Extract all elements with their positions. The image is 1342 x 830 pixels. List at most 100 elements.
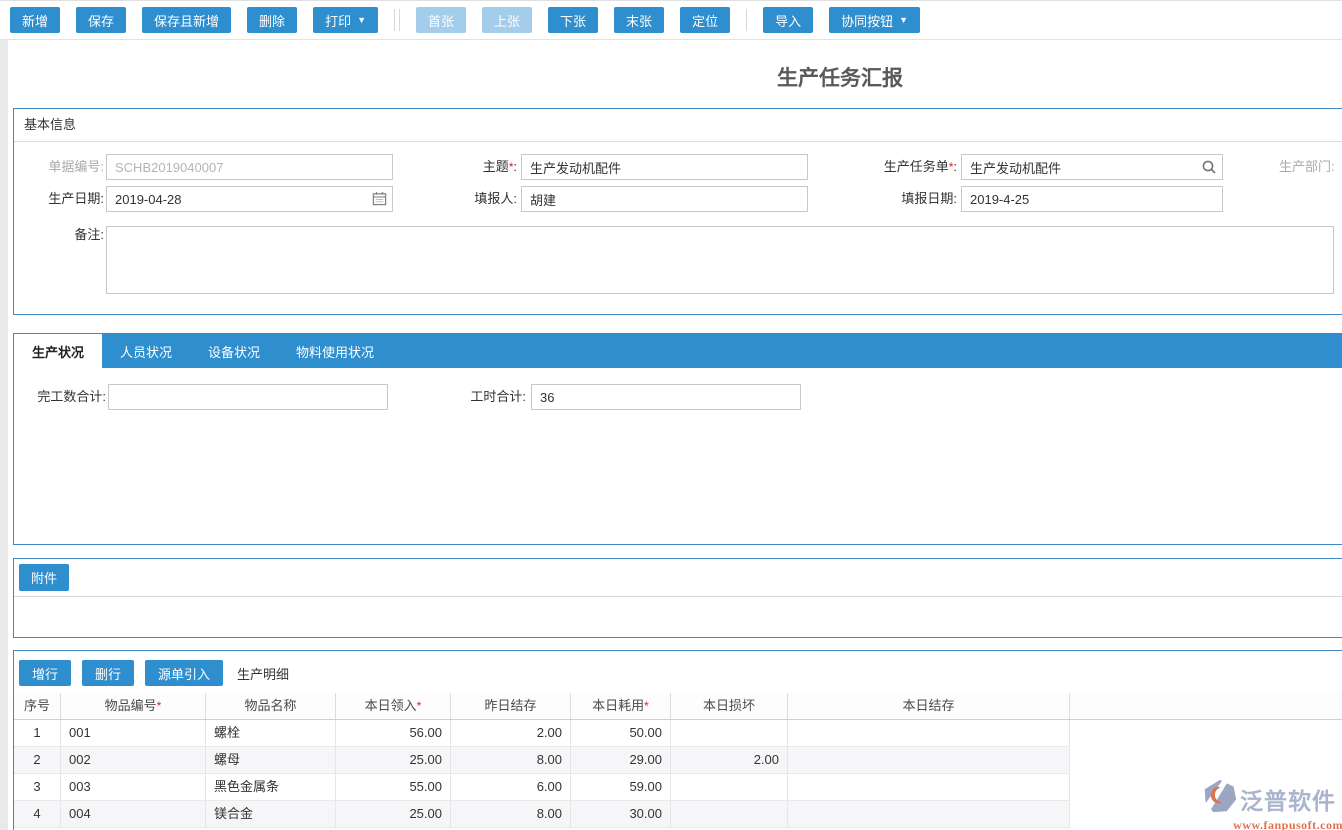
toolbar-button-import[interactable]: 导入 — [763, 7, 813, 33]
toolbar-button-prev[interactable]: 上张 — [482, 7, 532, 33]
column-header: 本日损坏 — [671, 693, 788, 719]
dropdown-arrow-icon: ▼ — [899, 16, 908, 25]
table-cell: 1 — [14, 720, 61, 746]
column-header: 物品名称 — [206, 693, 336, 719]
detail-table: 序号物品编号*物品名称本日领入*昨日结存本日耗用*本日损坏本日结存 1001螺栓… — [14, 693, 1342, 828]
table-cell: 25.00 — [336, 747, 451, 773]
reporter-label: 填报人: — [414, 186, 517, 212]
toolbar-button-new[interactable]: 新增 — [10, 7, 60, 33]
table-cell: 6.00 — [451, 774, 571, 800]
column-header: 本日耗用* — [571, 693, 671, 719]
table-cell: 56.00 — [336, 720, 451, 746]
table-cell: 59.00 — [571, 774, 671, 800]
toolbar-button-first[interactable]: 首张 — [416, 7, 466, 33]
table-cell: 螺母 — [206, 747, 336, 773]
vendor-brand-text: 泛普软件 — [1240, 782, 1336, 816]
table-cell: 50.00 — [571, 720, 671, 746]
toolbar-button-locate[interactable]: 定位 — [680, 7, 730, 33]
detail-table-body: 1001螺栓56.002.0050.002002螺母25.008.0029.00… — [14, 720, 1342, 828]
vendor-watermark: 泛普软件 www.fanpusoft.com — [1203, 779, 1342, 830]
table-cell — [671, 720, 788, 746]
detail-toolbar: 增行删行源单引入生产明细 — [19, 660, 289, 686]
table-cell: 001 — [61, 720, 206, 746]
column-header: 序号 — [14, 693, 61, 719]
table-cell: 2.00 — [671, 747, 788, 773]
table-cell — [788, 801, 1070, 827]
tab-material-usage-status[interactable]: 物料使用状况 — [278, 334, 392, 368]
attachment-panel: 附件 — [13, 558, 1342, 638]
column-header-filler — [1070, 693, 1342, 719]
detail-button-import-source[interactable]: 源单引入 — [145, 660, 223, 686]
attachment-button[interactable]: 附件 — [19, 564, 69, 591]
table-cell: 镁合金 — [206, 801, 336, 827]
table-cell: 8.00 — [451, 801, 571, 827]
table-cell: 004 — [61, 801, 206, 827]
vendor-url-text: www.fanpusoft.com — [1203, 818, 1342, 830]
table-row[interactable]: 2002螺母25.008.0029.002.00 — [14, 747, 1070, 774]
toolbar-button-print[interactable]: 打印▼ — [313, 7, 378, 33]
table-cell: 25.00 — [336, 801, 451, 827]
toolbar-button-last[interactable]: 末张 — [614, 7, 664, 33]
table-cell — [671, 774, 788, 800]
tab-equipment-status[interactable]: 设备状况 — [190, 334, 278, 368]
toolbar-button-delete[interactable]: 删除 — [247, 7, 297, 33]
subject-label: 主题*: — [414, 154, 517, 180]
table-cell — [671, 801, 788, 827]
production-task-report-page: 新增保存保存且新增删除打印▼ 首张上张下张末张定位 导入协同按钮▼ 生产任务汇报 基… — [0, 0, 1342, 830]
completed-total-label: 完工数合计: — [22, 384, 106, 410]
work-hours-total-label: 工时合计: — [444, 384, 526, 410]
toolbar-button-save-and-new[interactable]: 保存且新增 — [142, 7, 231, 33]
work-hours-total-field[interactable] — [531, 384, 801, 410]
attachment-divider — [14, 596, 1342, 597]
tab-personnel-status[interactable]: 人员状况 — [102, 334, 190, 368]
required-mark: * — [644, 699, 649, 713]
reporter-field[interactable] — [521, 186, 808, 212]
table-cell: 2 — [14, 747, 61, 773]
table-cell — [788, 747, 1070, 773]
remark-field[interactable] — [106, 226, 1334, 294]
calendar-icon[interactable] — [372, 191, 388, 207]
table-row[interactable]: 4004镁合金25.008.0030.00 — [14, 801, 1070, 828]
table-cell: 002 — [61, 747, 206, 773]
table-cell: 2.00 — [451, 720, 571, 746]
detail-button-delete-row[interactable]: 删行 — [82, 660, 134, 686]
vendor-logo-icon — [1203, 779, 1237, 818]
doc-no-label: 单据编号: — [22, 154, 104, 180]
basic-info-section-title: 基本信息 — [14, 109, 1342, 142]
left-gutter — [0, 40, 8, 830]
tab-production-status[interactable]: 生产状况 — [14, 334, 102, 368]
column-header: 本日结存 — [788, 693, 1070, 719]
toolbar-button-save[interactable]: 保存 — [76, 7, 126, 33]
search-icon[interactable] — [1201, 159, 1217, 175]
page-title: 生产任务汇报 — [777, 62, 903, 92]
task-order-label: 生产任务单*: — [824, 154, 957, 180]
table-cell: 30.00 — [571, 801, 671, 827]
table-cell: 黑色金属条 — [206, 774, 336, 800]
task-order-field[interactable] — [961, 154, 1223, 180]
completed-total-field[interactable] — [108, 384, 388, 410]
table-cell: 8.00 — [451, 747, 571, 773]
department-label: 生产部门: — [1279, 154, 1342, 180]
detail-button-add-row[interactable]: 增行 — [19, 660, 71, 686]
table-cell: 55.00 — [336, 774, 451, 800]
table-row[interactable]: 1001螺栓56.002.0050.00 — [14, 720, 1070, 747]
remark-label: 备注: — [22, 222, 104, 248]
toolbar-button-collaborate[interactable]: 协同按钮▼ — [829, 7, 920, 33]
status-tabs-panel: 生产状况人员状况设备状况物料使用状况 完工数合计: 工时合计: — [13, 333, 1342, 545]
required-mark: * — [157, 699, 162, 713]
table-cell: 003 — [61, 774, 206, 800]
status-tabbar: 生产状况人员状况设备状况物料使用状况 — [14, 334, 1342, 368]
production-date-field[interactable] — [106, 186, 393, 212]
basic-info-panel: 基本信息 单据编号: 主题*: 生产任务单*: 生产部门: 生产日期: 填报人:… — [13, 108, 1342, 315]
table-row[interactable]: 3003黑色金属条55.006.0059.00 — [14, 774, 1070, 801]
production-date-label: 生产日期: — [22, 186, 104, 212]
table-cell: 螺栓 — [206, 720, 336, 746]
toolbar-button-next[interactable]: 下张 — [548, 7, 598, 33]
production-detail-panel: 增行删行源单引入生产明细 序号物品编号*物品名称本日领入*昨日结存本日耗用*本日… — [13, 650, 1342, 830]
table-cell: 29.00 — [571, 747, 671, 773]
subject-field[interactable] — [521, 154, 808, 180]
detail-table-header: 序号物品编号*物品名称本日领入*昨日结存本日耗用*本日损坏本日结存 — [14, 693, 1342, 720]
dropdown-arrow-icon: ▼ — [357, 16, 366, 25]
toolbar-separator — [746, 9, 747, 31]
report-date-field[interactable] — [961, 186, 1223, 212]
